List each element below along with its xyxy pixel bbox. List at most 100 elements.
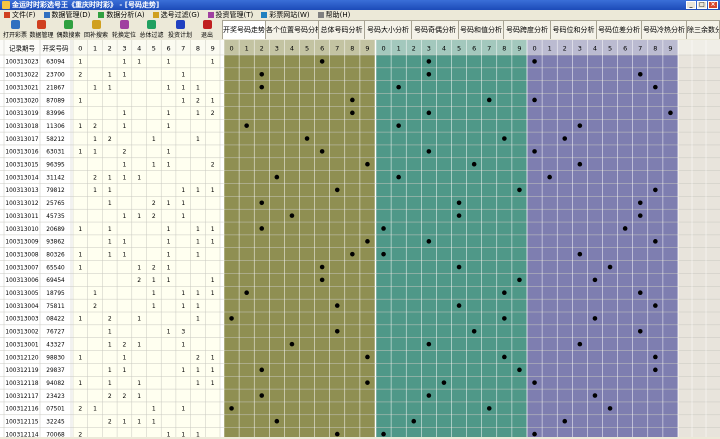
toolbar-button-6[interactable]: 投资计划 <box>165 19 195 40</box>
digit-count: 1 <box>167 123 171 130</box>
tab-6[interactable]: 号码跨度分析 <box>503 20 551 39</box>
position-dot <box>289 341 295 347</box>
digit-count: 2 <box>196 97 200 104</box>
col-header-digit: 8 <box>350 45 354 53</box>
menu-item-1[interactable]: 数据管理(D) <box>40 10 95 20</box>
digit-count: 1 <box>123 367 127 374</box>
menu-item-5[interactable]: 彩票网站(W) <box>257 10 313 20</box>
tab-0[interactable]: 开奖号码走势 <box>222 20 266 39</box>
close-button[interactable]: × <box>708 1 718 9</box>
position-dot <box>304 136 310 141</box>
digit-count: 2 <box>196 354 200 361</box>
position-dot <box>350 110 355 116</box>
digit-count: 1 <box>167 226 171 233</box>
toolbar-icon <box>37 20 46 29</box>
maximize-button[interactable]: □ <box>697 1 707 9</box>
tab-1[interactable]: 各个位置号码分析 <box>265 20 319 39</box>
position-dot <box>562 136 568 141</box>
position-dot <box>532 431 537 437</box>
menu-icon <box>98 11 105 18</box>
position-dot <box>334 431 340 437</box>
digit-count: 2 <box>123 393 127 400</box>
digit-count: 2 <box>152 264 156 271</box>
tab-4[interactable]: 号码奇偶分析 <box>411 20 459 39</box>
menu-item-6[interactable]: 帮助(H) <box>314 10 355 20</box>
code-cell: 58212 <box>46 137 65 143</box>
minimize-button[interactable]: _ <box>686 1 696 9</box>
menu-item-3[interactable]: 选号过滤(G) <box>149 10 204 20</box>
digit-count: 2 <box>108 419 112 426</box>
position-dot <box>350 97 355 103</box>
toolbar-button-7[interactable]: 退出 <box>195 19 219 40</box>
tab-5[interactable]: 号码和值分析 <box>458 20 504 39</box>
toolbar-button-5[interactable]: 总体过滤 <box>138 19 165 40</box>
digit-count: 2 <box>211 162 215 169</box>
digit-count: 1 <box>93 187 97 194</box>
tab-9[interactable]: 号码冷热分析 <box>641 20 687 39</box>
toolbar-button-3[interactable]: 回补搜索 <box>82 19 110 40</box>
col-header-digit: 5 <box>608 45 612 53</box>
issue-cell: 100313023 <box>5 60 39 66</box>
digit-count: 1 <box>181 97 185 104</box>
col-header-digit: 1 <box>245 45 249 53</box>
col-header-digit: 7 <box>487 45 491 53</box>
digit-count: 1 <box>137 264 141 271</box>
issue-cell: 100313015 <box>5 163 39 169</box>
toolbar-button-4[interactable]: 轮换定位 <box>110 19 138 40</box>
toolbar-button-0[interactable]: 打开彩票 <box>2 19 28 40</box>
toolbar-label: 回补搜索 <box>83 32 108 39</box>
menu-item-4[interactable]: 投资管理(T) <box>204 10 258 20</box>
digit-count: 1 <box>211 380 215 387</box>
tab-3[interactable]: 号码大小分析 <box>364 20 412 39</box>
digit-count: 1 <box>137 393 141 400</box>
col-header-digit: 7 <box>181 45 185 53</box>
position-dot <box>426 393 432 398</box>
code-cell: 20689 <box>46 227 65 233</box>
digit-count: 1 <box>137 316 141 323</box>
position-dot <box>396 174 401 180</box>
issue-cell: 100312119 <box>5 368 39 374</box>
col-header-digit: 6 <box>472 45 476 53</box>
code-cell: 11306 <box>46 124 65 130</box>
position-dot <box>486 97 492 103</box>
position-dot <box>396 123 401 128</box>
digit-count: 1 <box>181 303 185 310</box>
menu-item-0[interactable]: 文件(F) <box>0 10 40 20</box>
empty-area <box>678 40 720 437</box>
position-dot <box>259 71 265 77</box>
digit-count: 2 <box>78 406 82 413</box>
position-dot <box>334 328 340 334</box>
position-dot <box>319 277 325 283</box>
digit-count: 1 <box>108 200 112 207</box>
position-dot <box>607 264 613 270</box>
digit-count: 1 <box>152 290 156 297</box>
toolbar-label: 打开彩票 <box>2 32 27 39</box>
col-header-digit: 2 <box>563 45 567 53</box>
col-header-digit: 4 <box>593 45 597 53</box>
digit-count: 1 <box>137 174 141 181</box>
digit-count: 1 <box>167 251 171 258</box>
digit-count: 2 <box>93 174 97 181</box>
toolbar-button-2[interactable]: 偶数搜索 <box>55 19 82 40</box>
digit-count: 1 <box>211 239 215 246</box>
position-dot <box>319 149 325 154</box>
position-dot <box>381 431 386 437</box>
tab-8[interactable]: 号码位差分析 <box>596 20 642 39</box>
tab-10[interactable]: 除三余数分析 <box>686 20 720 39</box>
col-header-digit: 0 <box>78 45 82 53</box>
tab-7[interactable]: 号码位和分析 <box>550 20 597 39</box>
digit-count: 1 <box>211 59 215 66</box>
menu-item-2[interactable]: 数据分析(A) <box>94 10 148 20</box>
digit-count: 1 <box>167 84 171 91</box>
code-cell: 79812 <box>46 188 65 194</box>
code-cell: 83996 <box>46 111 65 117</box>
position-dot <box>319 59 325 64</box>
tab-2[interactable]: 总体号码分析 <box>318 20 365 39</box>
toolbar-icon <box>202 20 212 29</box>
menu-label: 彩票网站(W) <box>269 10 310 19</box>
trend-grid-svg: 记录期号 开奖号码 0 1 2 3 4 5 6 7 8 9 0 1 2 3 4 5 6 7 8 9 0 1 2 3 4 5 6 7 8 9 0 1… <box>0 40 720 438</box>
toolbar-button-1[interactable]: 数据管理 <box>28 19 55 40</box>
digit-count: 1 <box>78 380 82 387</box>
issue-cell: 100312115 <box>5 420 39 426</box>
col-header-digit: 8 <box>196 45 200 53</box>
